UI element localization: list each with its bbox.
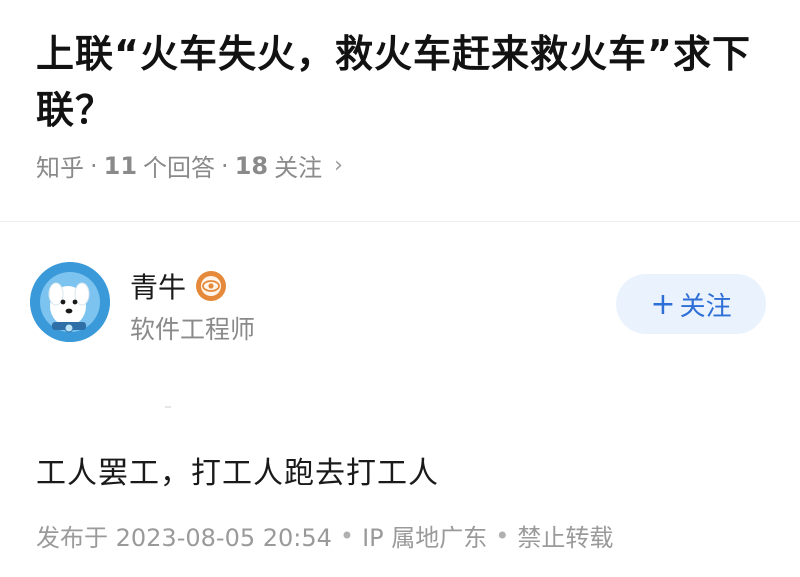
meta-separator: ·	[90, 151, 98, 180]
followers-count: 18	[234, 151, 269, 180]
answer-content[interactable]: 工人罢工，打工人跑去打工人	[36, 448, 439, 492]
repost-policy: 禁止转载	[517, 524, 614, 552]
eye-badge-icon	[196, 271, 227, 301]
eye-icon	[201, 276, 222, 296]
publish-time: 发布于 2023-08-05 20:54	[36, 524, 332, 552]
divider	[0, 221, 800, 222]
answers-count: 11	[103, 151, 138, 180]
question-header: 上联“火车失火，救火车赶来救火车”求下联？	[36, 26, 766, 138]
ip-location: IP 属地广东	[362, 524, 488, 552]
author-name-row[interactable]: 青牛	[130, 266, 227, 306]
followers-label: 关注	[274, 154, 323, 182]
source-label: 知乎	[36, 154, 84, 182]
question-meta[interactable]: 知乎 · 11 个回答 · 18 关注 ›	[36, 148, 343, 183]
author-bio: 软件工程师	[130, 315, 256, 344]
author-card: 青牛 软件工程师 + 关注	[30, 262, 770, 346]
question-title[interactable]: 上联“火车失火，救火车赶来救火车”求下联？	[36, 26, 766, 138]
follow-button[interactable]: + 关注	[616, 274, 766, 334]
chevron-right-icon: ›	[334, 153, 343, 178]
meta-separator: •	[495, 521, 510, 550]
plus-icon: +	[650, 286, 676, 322]
author-name[interactable]: 青牛	[130, 266, 186, 306]
meta-separator: •	[339, 521, 355, 550]
follow-label: 关注	[679, 291, 732, 322]
decorative-mark	[165, 406, 171, 408]
avatar-dog-icon	[30, 262, 110, 342]
avatar[interactable]	[30, 262, 110, 342]
answers-label: 个回答	[143, 154, 216, 182]
meta-separator: ·	[221, 151, 229, 180]
answer-meta: 发布于 2023-08-05 20:54 • IP 属地广东 • 禁止转载	[36, 518, 613, 553]
